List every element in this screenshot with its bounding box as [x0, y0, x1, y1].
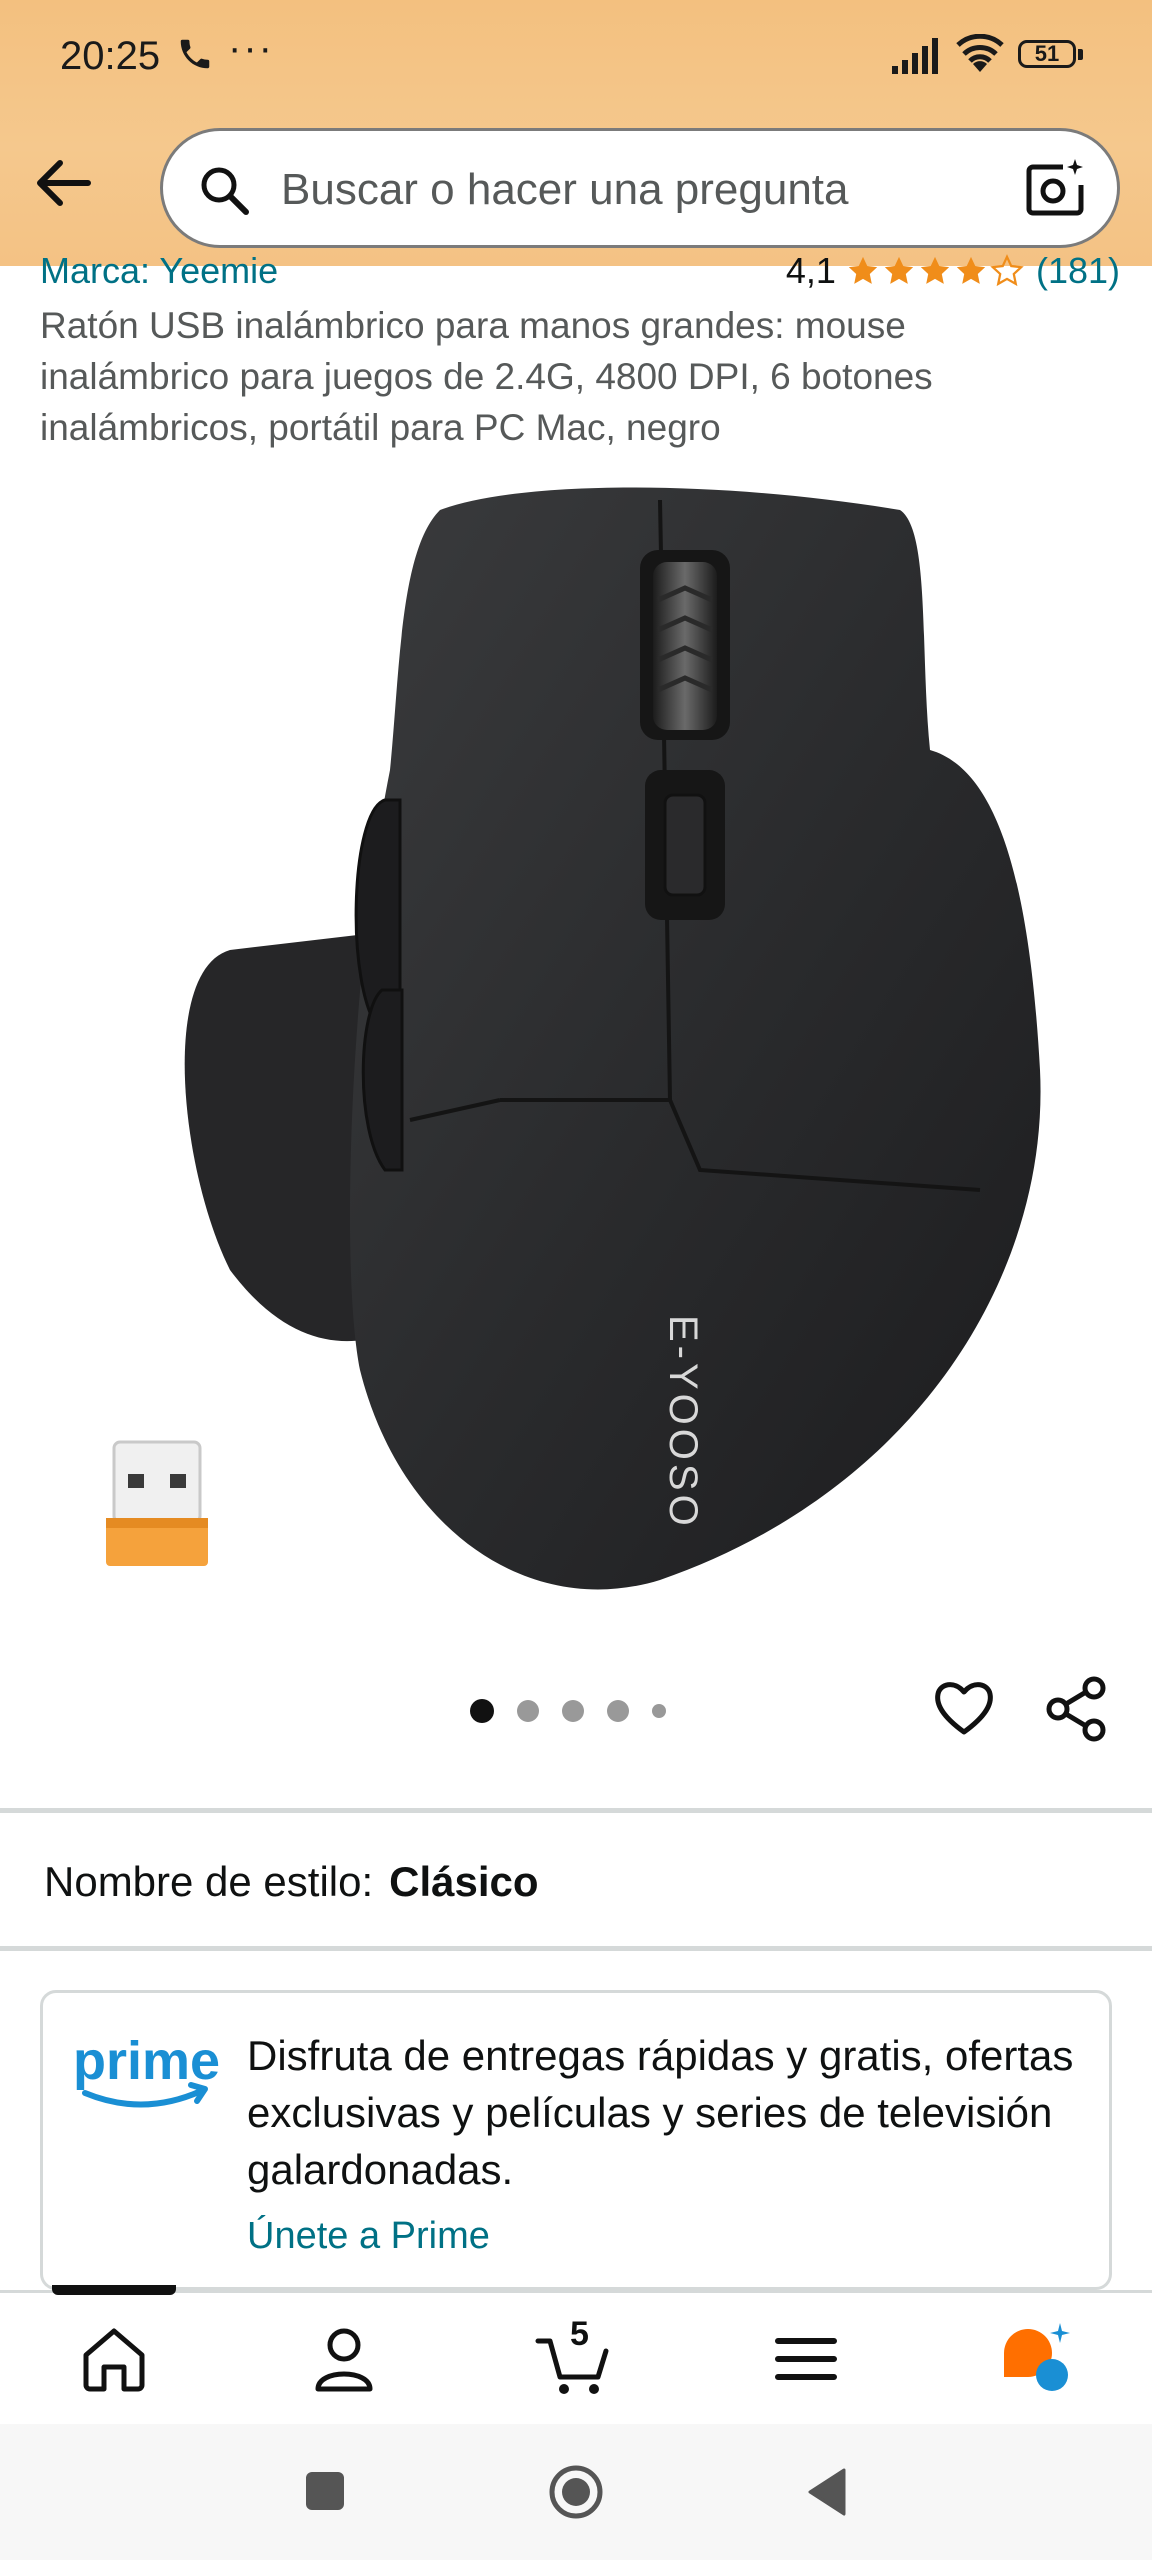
system-back-icon[interactable] — [806, 2468, 846, 2516]
active-tab-indicator — [52, 2285, 176, 2295]
brand-link[interactable]: Marca: Yeemie — [40, 250, 278, 292]
status-bar: 20:25 ··· 51 — [0, 0, 1152, 116]
system-home-icon[interactable] — [548, 2464, 604, 2520]
status-more-dots: ··· — [228, 26, 274, 70]
camera-search-icon[interactable] — [1023, 157, 1087, 221]
section-divider — [0, 1808, 1152, 1813]
bottom-navigation: 5 — [0, 2285, 1152, 2424]
style-selector[interactable]: Nombre de estilo: Clásico — [44, 1858, 539, 1906]
wishlist-heart-icon[interactable] — [932, 1676, 996, 1740]
prime-description: Disfruta de entregas rápidas y gratis, o… — [247, 2032, 1074, 2193]
share-icon[interactable] — [1044, 1676, 1110, 1742]
carousel-dot[interactable] — [562, 1700, 584, 1722]
mouse-brand-text: E-YOOSO — [661, 1315, 705, 1530]
status-time: 20:25 — [60, 34, 161, 78]
carousel-dot[interactable] — [607, 1700, 629, 1722]
battery-indicator: 51 — [1018, 40, 1086, 72]
section-divider — [0, 1946, 1152, 1951]
battery-tip — [1078, 49, 1083, 60]
brand-rating-row: Marca: Yeemie 4,1 (181) — [40, 250, 1120, 298]
star-full-icon — [920, 256, 950, 284]
search-bar[interactable]: Buscar o hacer una pregunta — [160, 128, 1120, 248]
star-empty-icon — [990, 254, 1024, 287]
phone-call-icon — [180, 39, 210, 69]
product-image-mouse[interactable]: E-YOOSO — [100, 470, 1060, 1620]
rufus-assistant-icon[interactable] — [996, 2319, 1076, 2399]
carousel-dot[interactable] — [652, 1704, 666, 1718]
search-input[interactable]: Buscar o hacer una pregunta — [281, 165, 849, 215]
product-title: Ratón USB inalámbrico para manos grandes… — [40, 305, 933, 448]
recent-apps-icon[interactable] — [306, 2472, 344, 2510]
cart-button[interactable]: 5 — [534, 2315, 614, 2399]
svg-text:prime: prime — [73, 2031, 220, 2091]
signal-icon — [892, 38, 938, 74]
person-icon[interactable] — [304, 2319, 384, 2399]
menu-icon[interactable] — [766, 2319, 846, 2399]
prime-promo-card[interactable]: prime Disfruta de entregas rápidas y gra… — [40, 1990, 1112, 2290]
star-full-icon — [884, 256, 914, 284]
battery-level: 51 — [1018, 40, 1076, 68]
style-value: Clásico — [389, 1858, 539, 1905]
app-header: 20:25 ··· 51 Buscar o hacer una pregunta — [0, 0, 1152, 266]
search-icon — [201, 167, 249, 215]
star-full-icon — [848, 256, 878, 284]
join-prime-link[interactable]: Únete a Prime — [247, 2215, 490, 2258]
usb-receiver-image — [106, 1440, 208, 1566]
home-icon[interactable] — [74, 2319, 154, 2399]
star-full-icon — [956, 256, 986, 284]
carousel-dot[interactable] — [470, 1699, 494, 1723]
star-rating — [846, 254, 1026, 288]
image-carousel-dots[interactable] — [470, 1696, 689, 1726]
rating-value: 4,1 — [785, 250, 836, 291]
carousel-dot[interactable] — [517, 1700, 539, 1722]
wifi-icon — [956, 34, 1004, 72]
system-navigation-bar — [0, 2424, 1152, 2560]
style-label: Nombre de estilo: — [44, 1858, 374, 1905]
cart-count-badge: 5 — [570, 2315, 589, 2353]
prime-logo: prime — [73, 2031, 220, 2108]
rating-summary[interactable]: 4,1 (181) — [786, 250, 1120, 292]
back-arrow-icon[interactable] — [30, 148, 100, 218]
rating-count: (181) — [1035, 250, 1120, 291]
